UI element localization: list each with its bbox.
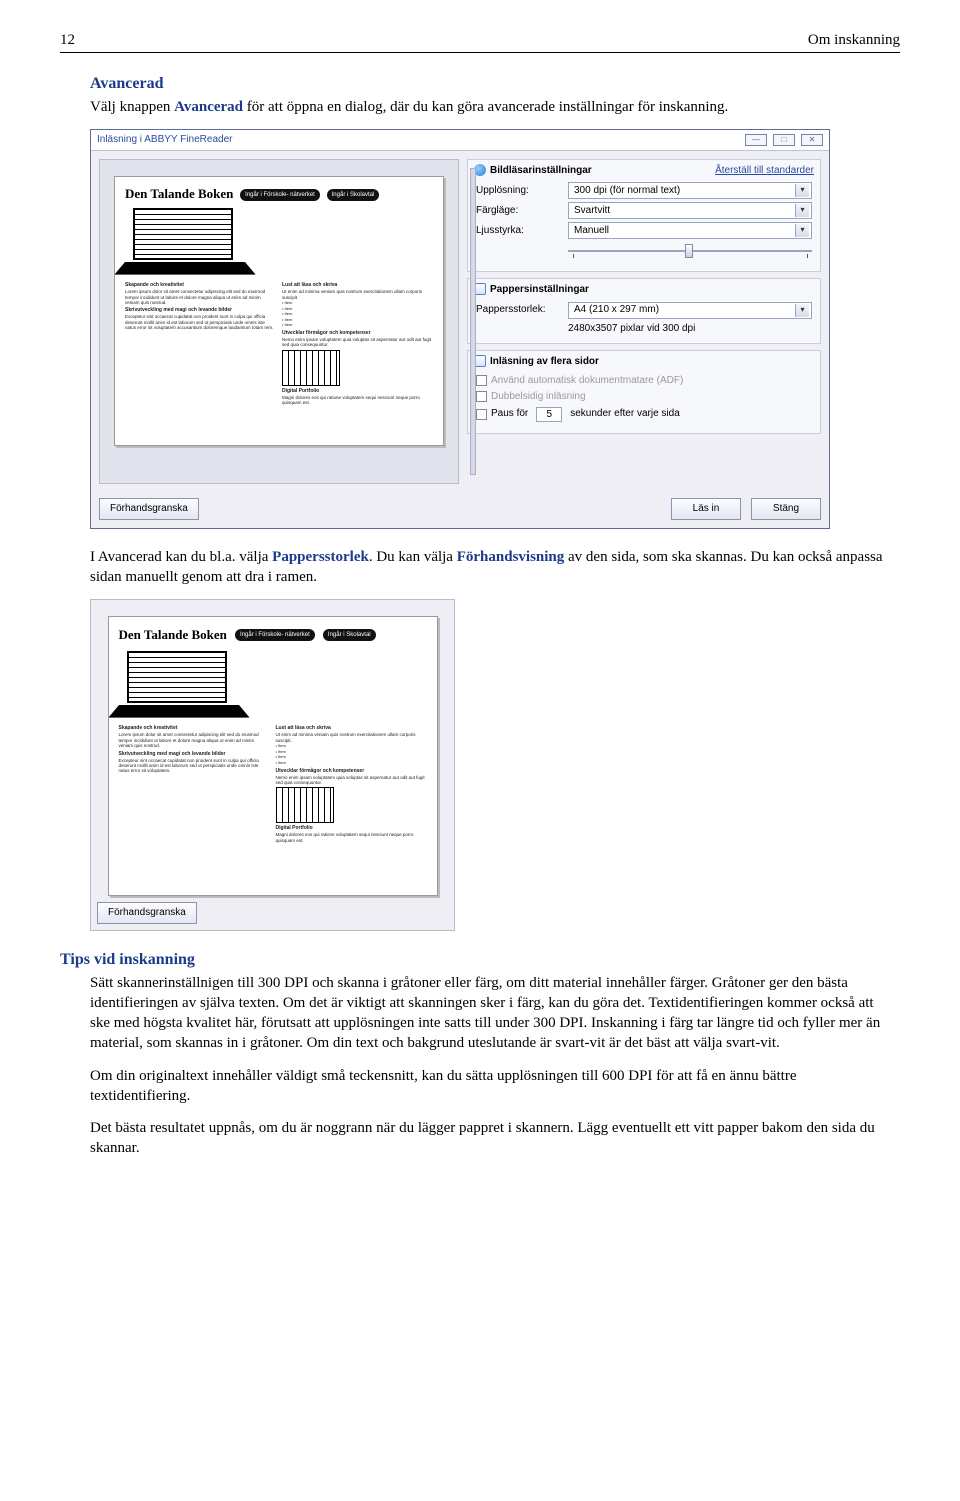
chevron-down-icon: ▾ [795,184,809,197]
brightness-label: Ljusstyrka: [476,224,562,238]
page-number: 12 [60,30,75,50]
page-header: 12 Om inskanning [60,30,900,53]
pause-seconds-input[interactable]: 5 [536,407,562,422]
preview-pane: Den Talande Boken Ingår i Förskole- nätv… [99,159,459,484]
tips-paragraph-3: Det bästa resultatet uppnås, om du är no… [90,1118,890,1159]
adf-checkbox [476,375,487,386]
color-mode-label: Färgläge: [476,204,562,218]
scan-button[interactable]: Läs in [671,498,741,520]
group-image-reader-settings: Bildläsarinställningar Återställ till st… [467,159,821,273]
tips-paragraph-2: Om din originaltext innehåller väldigt s… [90,1066,890,1107]
page-thumbnail[interactable]: Den Talande Boken Ingår i Förskole- nätv… [114,176,444,446]
paper-size-label: Pappersstorlek: [476,303,562,317]
adf-checkbox-row: Använd automatisk dokumentmatare (ADF) [476,374,812,388]
preview-button-2[interactable]: Förhandsgranska [97,902,197,924]
close-button[interactable]: Stäng [751,498,821,520]
preview-button[interactable]: Förhandsgranska [99,498,199,520]
resolution-combo[interactable]: 300 dpi (för normal text)▾ [568,182,812,199]
pause-checkbox[interactable] [476,409,487,420]
preview-only-window: Den Talande Boken Ingår i Förskole- nätv… [90,599,455,931]
scan-dialog-window: Inläsning i ABBYY FineReader — □ ✕ Den T… [90,129,830,529]
keyword-forhandsvisning: Förhandsvisning [457,549,565,565]
minimize-icon[interactable]: — [745,134,767,146]
thumb-pill-1: Ingår i Förskole- nätverket [240,189,320,201]
tips-paragraph-1: Sätt skannerinställnigen till 300 DPI oc… [90,973,890,1054]
resolution-label: Upplösning: [476,184,562,198]
thumb-mini-image [282,350,340,386]
keyword-pappersstorlek: Pappersstorlek [272,549,369,565]
keyword-avancerad: Avancerad [174,99,243,115]
avancerad-paragraph: Välj knappen Avancerad för att öppna en … [90,97,890,117]
page-title: Om inskanning [808,30,900,50]
duplex-checkbox [476,391,487,402]
brightness-combo[interactable]: Manuell▾ [568,222,812,239]
duplex-checkbox-row: Dubbelsidig inläsning [476,390,812,404]
mid-paragraph: I Avancerad kan du bl.a. välja Pappersst… [90,547,890,588]
preview-scrollbar[interactable] [470,168,476,475]
dialog-titlebar: Inläsning i ABBYY FineReader — □ ✕ [91,130,829,151]
chevron-down-icon: ▾ [795,224,809,237]
thumb-title: Den Talande Boken [125,186,233,201]
pause-checkbox-row[interactable]: Paus för 5 sekunder efter varje sida [476,407,812,422]
paper-size-combo[interactable]: A4 (210 x 297 mm)▾ [568,302,812,319]
section-heading-avancerad: Avancerad [90,73,890,95]
maximize-icon[interactable]: □ [773,134,795,146]
group-paper-settings: Pappersinställningar Pappersstorlek: A4 … [467,278,821,344]
color-mode-combo[interactable]: Svartvitt▾ [568,202,812,219]
close-icon[interactable]: ✕ [801,134,823,146]
laptop-graphic-2 [119,651,239,719]
page-thumbnail-2[interactable]: Den Talande Boken Ingår i Förskole- nätv… [108,616,438,896]
group-multi-page: Inläsning av flera sidor Använd automati… [467,350,821,434]
brightness-slider[interactable] [568,242,812,260]
chevron-down-icon: ▾ [795,204,809,217]
chevron-down-icon: ▾ [795,304,809,317]
pixel-note: 2480x3507 pixlar vid 300 dpi [568,322,812,336]
section-heading-tips: Tips vid inskanning [60,949,900,971]
dialog-title: Inläsning i ABBYY FineReader [97,133,232,147]
settings-pane: Bildläsarinställningar Återställ till st… [467,159,821,484]
thumb-pill-2: Ingår i Skolavtal [327,189,380,201]
laptop-graphic [125,208,245,276]
reset-to-defaults-link[interactable]: Återställ till standarder [715,164,814,178]
